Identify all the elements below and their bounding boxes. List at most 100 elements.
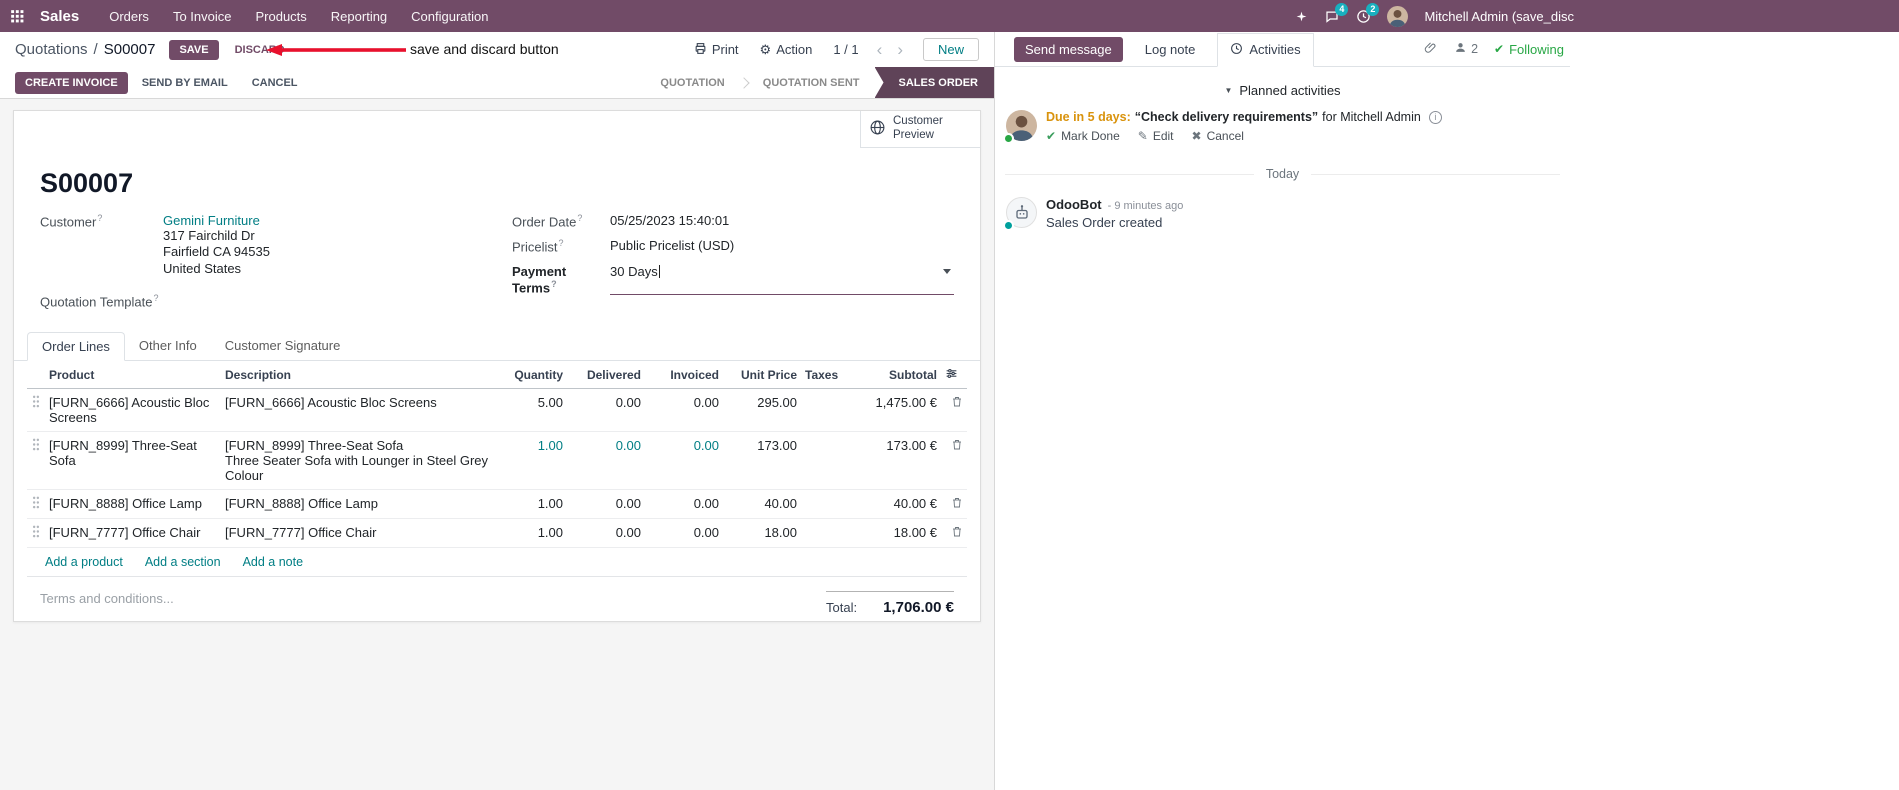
drag-handle-icon[interactable]	[32, 438, 40, 454]
annotation-text: save and discard button	[410, 41, 559, 57]
create-invoice-button[interactable]: CREATE INVOICE	[15, 71, 128, 94]
tab-order-lines[interactable]: Order Lines	[27, 332, 125, 362]
state-sales-order[interactable]: SALES ORDER	[874, 67, 994, 98]
address-line: 317 Fairchild Dr	[163, 228, 255, 243]
delete-line-icon[interactable]	[951, 525, 963, 541]
menu-products[interactable]: Products	[255, 9, 306, 24]
delete-line-icon[interactable]	[951, 496, 963, 512]
delete-line-icon[interactable]	[951, 438, 963, 454]
delete-line-icon[interactable]	[951, 395, 963, 411]
order-line-row[interactable]: [FURN_6666] Acoustic Bloc Screens [FURN_…	[27, 388, 967, 433]
cell-quantity: 5.00	[507, 388, 567, 433]
col-header-delivered: Delivered	[567, 361, 645, 390]
activity-type-badge	[1003, 133, 1014, 144]
order-date-field[interactable]: 05/25/2023 15:40:01	[610, 213, 729, 229]
col-header-taxes: Taxes	[801, 361, 853, 390]
address-line: United States	[163, 260, 242, 276]
date-separator-label: Today	[1265, 167, 1300, 181]
tab-other-info[interactable]: Other Info	[125, 332, 211, 360]
record-title: S00007	[40, 168, 134, 198]
menu-configuration[interactable]: Configuration	[411, 9, 488, 24]
action-button[interactable]: ⚙ Action	[754, 41, 819, 59]
drag-handle-icon[interactable]	[32, 525, 40, 541]
print-button[interactable]: Print	[688, 41, 745, 59]
dropdown-caret-icon[interactable]	[943, 268, 951, 274]
systray-star-icon[interactable]	[1295, 10, 1308, 23]
planned-activities-header[interactable]: ▼ Planned activities	[995, 83, 1570, 98]
optional-columns-icon[interactable]	[945, 367, 958, 383]
message-author[interactable]: OdooBot	[1046, 197, 1102, 212]
payment-terms-value: 30 Days	[610, 263, 658, 279]
menu-reporting[interactable]: Reporting	[331, 9, 387, 24]
send-message-button[interactable]: Send message	[1014, 36, 1123, 62]
mark-done-label: Mark Done	[1061, 129, 1120, 143]
user-avatar[interactable]	[1387, 5, 1409, 27]
total-value: 1,706.00 €	[883, 599, 954, 617]
new-button[interactable]: New	[922, 38, 979, 61]
log-note-button[interactable]: Log note	[1139, 41, 1202, 58]
cell-unit-price: 18.00	[723, 518, 801, 549]
menu-to-invoice[interactable]: To Invoice	[173, 9, 232, 24]
messages-badge: 4	[1335, 2, 1349, 16]
message-type-badge	[1003, 220, 1014, 231]
add-section-link[interactable]: Add a section	[145, 555, 221, 569]
drag-handle-icon[interactable]	[32, 395, 40, 411]
messages-icon[interactable]: 4	[1324, 2, 1349, 24]
cell-invoiced: 0.00	[645, 431, 723, 491]
user-name[interactable]: Mitchell Admin (save_disc	[1424, 9, 1574, 24]
check-icon: ✔	[1046, 129, 1057, 143]
activities-clock-icon[interactable]: 2	[1356, 2, 1380, 24]
breadcrumb-separator: /	[93, 41, 98, 58]
customer-preview-button[interactable]: Customer Preview	[860, 111, 980, 148]
cell-delivered: 0.00	[567, 489, 645, 520]
order-lines-table: Product Description Quantity Delivered I…	[27, 361, 967, 549]
attachment-icon[interactable]	[1424, 41, 1438, 58]
terms-and-conditions-field[interactable]: Terms and conditions...	[40, 591, 174, 616]
pager-previous-icon[interactable]: ‹	[874, 41, 886, 58]
cell-quantity: 1.00	[507, 431, 567, 491]
top-navbar: Sales Orders To Invoice Products Reporti…	[0, 0, 1899, 32]
cell-description: [FURN_8999] Three-Seat Sofa Three Seater…	[221, 431, 507, 491]
drag-handle-icon[interactable]	[32, 496, 40, 512]
followers-count: 2	[1471, 42, 1479, 56]
followers-button[interactable]: 2	[1454, 41, 1478, 57]
payment-terms-field[interactable]: 30 Days	[610, 264, 954, 295]
following-button[interactable]: ✔ Following	[1494, 42, 1564, 57]
activities-tab-label: Activities	[1249, 42, 1301, 57]
tab-customer-signature[interactable]: Customer Signature	[211, 332, 355, 360]
state-quotation-sent[interactable]: QUOTATION SENT	[748, 67, 875, 98]
mark-done-button[interactable]: ✔ Mark Done	[1046, 129, 1120, 143]
apps-grid-icon[interactable]	[10, 9, 24, 23]
info-icon[interactable]: i	[1428, 110, 1442, 124]
order-line-row[interactable]: [FURN_7777] Office Chair [FURN_7777] Off…	[27, 518, 967, 549]
x-icon: ✖	[1191, 129, 1202, 143]
pricelist-field[interactable]: Public Pricelist (USD)	[610, 238, 734, 254]
add-note-link[interactable]: Add a note	[243, 555, 303, 569]
state-quotation[interactable]: QUOTATION	[645, 67, 739, 98]
cell-taxes	[801, 489, 853, 520]
send-by-email-button[interactable]: SEND BY EMAIL	[132, 72, 238, 94]
activities-tab[interactable]: Activities	[1217, 32, 1314, 67]
pager-next-icon[interactable]: ›	[894, 41, 906, 58]
clock-icon	[1230, 42, 1243, 58]
breadcrumb-quotations[interactable]: Quotations	[15, 41, 88, 58]
save-button[interactable]: SAVE	[169, 39, 219, 60]
edit-activity-button[interactable]: ✎ Edit	[1138, 129, 1174, 143]
following-label: Following	[1509, 41, 1564, 57]
order-line-row[interactable]: [FURN_8888] Office Lamp [FURN_8888] Offi…	[27, 489, 967, 520]
app-name[interactable]: Sales	[40, 8, 79, 25]
add-product-link[interactable]: Add a product	[45, 555, 123, 569]
followers-icon	[1454, 41, 1467, 57]
description-line: [FURN_8999] Three-Seat Sofa	[225, 438, 404, 454]
check-icon: ✔	[1494, 42, 1505, 56]
order-line-row[interactable]: [FURN_8999] Three-Seat Sofa [FURN_8999] …	[27, 431, 967, 491]
form-view: Customer Preview S00007 Customer? Gemini…	[0, 99, 994, 790]
cancel-activity-button[interactable]: ✖ Cancel	[1192, 129, 1244, 143]
breadcrumb: Quotations / S00007	[15, 41, 155, 58]
message-timestamp: - 9 minutes ago	[1107, 200, 1184, 212]
menu-orders[interactable]: Orders	[109, 9, 149, 24]
action-label: Action	[776, 42, 813, 57]
cancel-button[interactable]: CANCEL	[242, 72, 308, 94]
customer-field[interactable]: Gemini Furniture	[163, 213, 270, 228]
print-label: Print	[711, 42, 739, 57]
